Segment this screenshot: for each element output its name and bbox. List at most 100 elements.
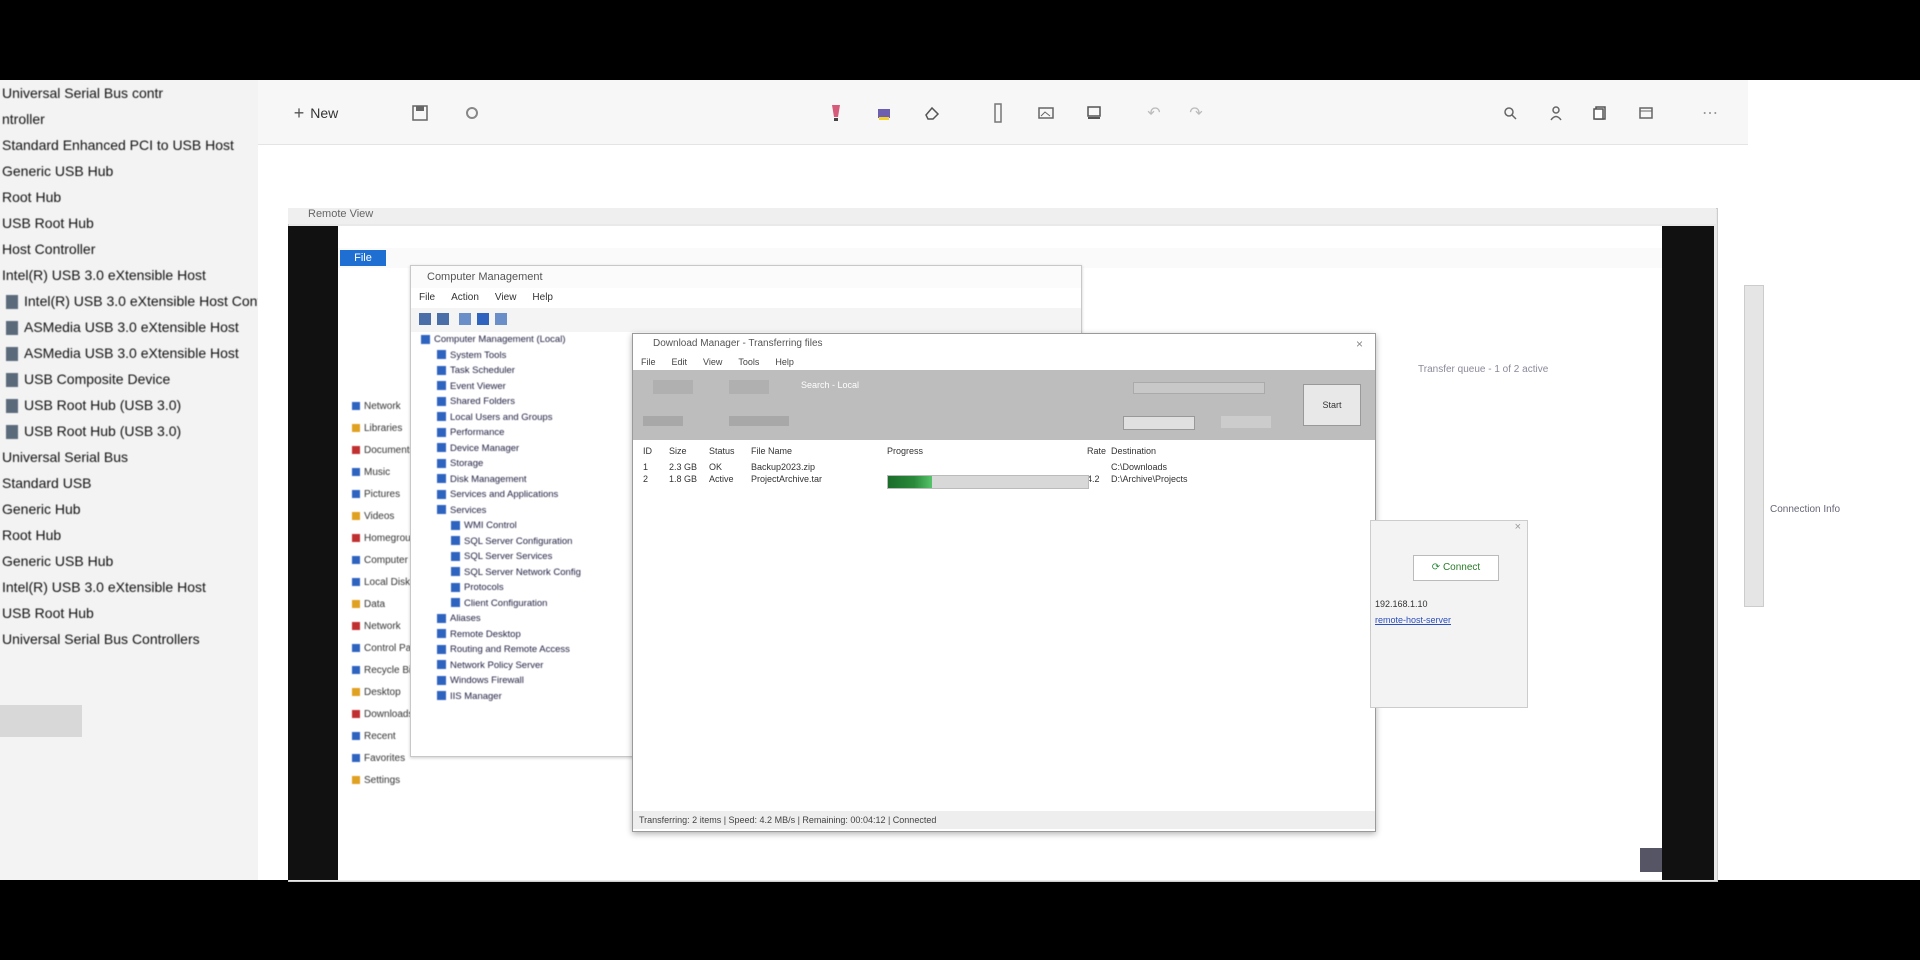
menu-item[interactable]: Help bbox=[767, 354, 802, 370]
zoom-icon[interactable] bbox=[1496, 100, 1524, 126]
help-icon[interactable] bbox=[495, 313, 507, 325]
device-list-item[interactable]: Universal Serial Bus Controllers bbox=[0, 626, 258, 652]
menu-item[interactable]: Tools bbox=[730, 354, 767, 370]
menu-item[interactable]: File bbox=[633, 354, 664, 370]
device-list-item[interactable]: USB Composite Device bbox=[0, 366, 258, 392]
close-icon[interactable]: × bbox=[1356, 334, 1363, 354]
device-list-item[interactable]: USB Root Hub bbox=[0, 600, 258, 626]
device-list-item[interactable]: Root Hub bbox=[0, 184, 258, 210]
redo-icon[interactable]: ↷ bbox=[1182, 100, 1210, 126]
pen-icon[interactable] bbox=[822, 100, 850, 126]
crop-icon[interactable] bbox=[1080, 100, 1108, 126]
device-list-item[interactable]: Intel(R) USB 3.0 eXtensible Host Control… bbox=[0, 288, 258, 314]
toolbar-button[interactable] bbox=[653, 380, 693, 394]
back-icon[interactable] bbox=[419, 313, 431, 325]
device-list-item[interactable]: ntroller bbox=[0, 106, 258, 132]
options-button[interactable] bbox=[1123, 416, 1195, 430]
device-list-item[interactable]: USB Root Hub (USB 3.0) bbox=[0, 418, 258, 444]
tree-item[interactable]: Device Manager bbox=[411, 441, 636, 457]
table-row[interactable]: 1 2.3 GB OK Backup2023.zip C:\Downloads bbox=[633, 462, 1375, 474]
device-list-item[interactable]: Universal Serial Bus contr bbox=[0, 80, 258, 106]
device-list-item[interactable]: ASMedia USB 3.0 eXtensible Host bbox=[0, 314, 258, 340]
more-icon[interactable]: ⋯ bbox=[1696, 100, 1724, 126]
tree-item[interactable]: Remote Desktop bbox=[411, 627, 636, 643]
device-list-item[interactable]: Generic USB Hub bbox=[0, 158, 258, 184]
tree-item[interactable]: WMI Control bbox=[411, 518, 636, 534]
device-list-item[interactable]: Generic Hub bbox=[0, 496, 258, 522]
tree-item[interactable]: Task Scheduler bbox=[411, 363, 636, 379]
window-icon[interactable] bbox=[1632, 100, 1660, 126]
new-button[interactable]: + New bbox=[288, 100, 344, 126]
ruler-icon[interactable] bbox=[984, 100, 1012, 126]
tree-item[interactable]: Local Users and Groups bbox=[411, 410, 636, 426]
menu-item[interactable]: Action bbox=[443, 288, 487, 307]
menu-item[interactable]: View bbox=[695, 354, 730, 370]
column-header[interactable]: Rate bbox=[1087, 446, 1106, 456]
menu-item[interactable]: View bbox=[487, 288, 525, 307]
device-list-item[interactable]: Standard USB bbox=[0, 470, 258, 496]
filter-field[interactable] bbox=[1133, 382, 1265, 394]
menu-item[interactable]: Edit bbox=[664, 354, 696, 370]
tree-item[interactable]: SQL Server Services bbox=[411, 549, 636, 565]
column-header[interactable]: Size bbox=[669, 446, 687, 456]
undo-icon[interactable]: ↶ bbox=[1140, 100, 1168, 126]
device-list-item[interactable]: Host Controller bbox=[0, 236, 258, 262]
tree-item[interactable]: Protocols bbox=[411, 580, 636, 596]
image-icon[interactable] bbox=[1032, 100, 1060, 126]
tree-item[interactable]: SQL Server Configuration bbox=[411, 534, 636, 550]
device-list-item[interactable]: Generic USB Hub bbox=[0, 548, 258, 574]
tree-item[interactable]: Client Configuration bbox=[411, 596, 636, 612]
menu-item[interactable]: Help bbox=[524, 288, 561, 307]
popup-link[interactable]: remote-host-server bbox=[1375, 615, 1451, 625]
device-list-item[interactable]: ASMedia USB 3.0 eXtensible Host bbox=[0, 340, 258, 366]
tree-item[interactable]: Computer Management (Local) bbox=[411, 332, 636, 348]
column-header[interactable]: File Name bbox=[751, 446, 792, 456]
connect-button[interactable]: ⟳ Connect bbox=[1413, 555, 1499, 581]
tree-item[interactable]: Storage bbox=[411, 456, 636, 472]
start-button[interactable]: Start bbox=[1303, 384, 1361, 426]
toolbar-button[interactable] bbox=[729, 380, 769, 394]
settings-icon[interactable] bbox=[458, 100, 486, 126]
tree-item[interactable]: Disk Management bbox=[411, 472, 636, 488]
column-header[interactable]: Status bbox=[709, 446, 735, 456]
vertical-scrollbar[interactable] bbox=[1744, 285, 1764, 607]
eraser-icon[interactable] bbox=[918, 100, 946, 126]
device-list-item[interactable]: Intel(R) USB 3.0 eXtensible Host bbox=[0, 574, 258, 600]
tree-item[interactable]: Routing and Remote Access bbox=[411, 642, 636, 658]
column-header[interactable]: ID bbox=[643, 446, 652, 456]
device-list-item[interactable]: USB Root Hub bbox=[0, 210, 258, 236]
column-header[interactable]: Progress bbox=[887, 446, 923, 456]
device-list-item[interactable]: Root Hub bbox=[0, 522, 258, 548]
file-tab[interactable]: File bbox=[340, 250, 386, 266]
device-list-item[interactable]: Universal Serial Bus bbox=[0, 444, 258, 470]
forward-icon[interactable] bbox=[437, 313, 449, 325]
up-icon[interactable] bbox=[459, 313, 471, 325]
scrollbar-thumb[interactable] bbox=[0, 705, 82, 737]
share-icon[interactable] bbox=[1542, 100, 1570, 126]
apply-button[interactable] bbox=[1221, 416, 1271, 428]
tree-item[interactable]: Network Policy Server bbox=[411, 658, 636, 674]
tree-item[interactable]: Shared Folders bbox=[411, 394, 636, 410]
copy-icon[interactable] bbox=[1586, 100, 1614, 126]
tree-item[interactable]: Aliases bbox=[411, 611, 636, 627]
save-icon[interactable] bbox=[406, 100, 434, 126]
tree-item[interactable]: Windows Firewall bbox=[411, 673, 636, 689]
tree-item[interactable]: Performance bbox=[411, 425, 636, 441]
properties-icon[interactable] bbox=[477, 313, 489, 325]
close-icon[interactable]: × bbox=[1515, 521, 1521, 533]
menu-item[interactable]: File bbox=[411, 288, 443, 307]
column-header[interactable]: Destination bbox=[1111, 446, 1156, 456]
tree-item[interactable]: Services and Applications bbox=[411, 487, 636, 503]
tree-item[interactable]: SQL Server Network Config bbox=[411, 565, 636, 581]
tree-item[interactable]: Services bbox=[411, 503, 636, 519]
nav-item[interactable]: Settings bbox=[352, 770, 422, 792]
device-list-item[interactable]: USB Root Hub (USB 3.0) bbox=[0, 392, 258, 418]
toolbar-button[interactable] bbox=[729, 416, 789, 426]
device-list-item[interactable]: Standard Enhanced PCI to USB Host bbox=[0, 132, 258, 158]
toolbar-button[interactable] bbox=[643, 416, 683, 426]
tree-item[interactable]: IIS Manager bbox=[411, 689, 636, 705]
tree-item[interactable]: Event Viewer bbox=[411, 379, 636, 395]
device-list-item[interactable]: Intel(R) USB 3.0 eXtensible Host bbox=[0, 262, 258, 288]
highlighter-icon[interactable] bbox=[870, 100, 898, 126]
tree-item[interactable]: System Tools bbox=[411, 348, 636, 364]
